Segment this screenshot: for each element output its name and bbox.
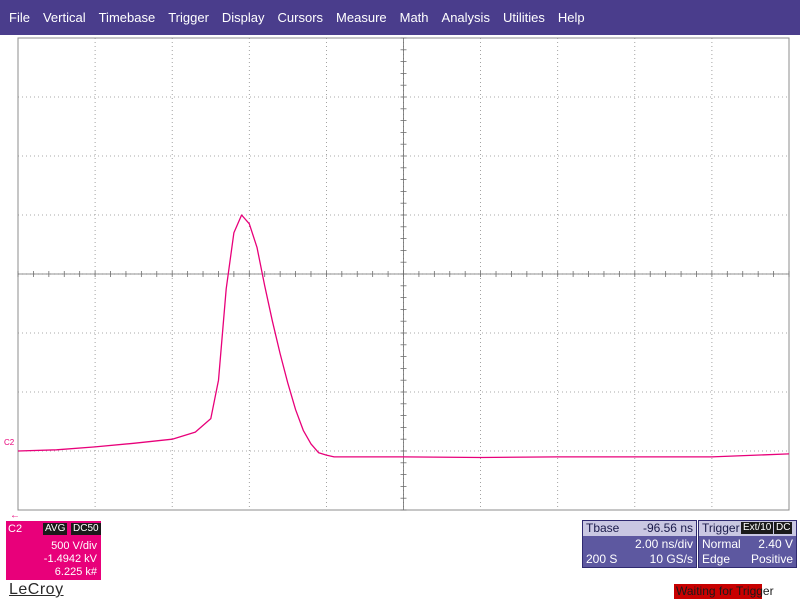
trigger-source-tag: Ext/10 — [741, 522, 774, 534]
menu-utilities[interactable]: Utilities — [503, 10, 545, 25]
timebase-header: Tbase -96.56 ns — [583, 521, 696, 536]
channel-offset-marker: C2 — [4, 438, 15, 447]
time-per-div: 2.00 ns/div — [634, 537, 693, 551]
sample-rate: 10 GS/s — [649, 552, 693, 566]
menu-help[interactable]: Help — [558, 10, 585, 25]
trigger-type: Edge — [702, 552, 731, 566]
brand-logo: LeCroy — [9, 581, 64, 598]
menu-file[interactable]: File — [9, 10, 30, 25]
coupling-tag: DC50 — [71, 523, 101, 535]
timebase-delay: -96.56 ns — [642, 521, 693, 535]
sample-count: 200 S — [586, 552, 618, 566]
trigger-level: 2.40 V — [758, 537, 793, 551]
trigger-mode: Normal — [702, 537, 741, 551]
trigger-title: Trigger — [702, 521, 740, 535]
menu-timebase[interactable]: Timebase — [99, 10, 156, 25]
menu-display[interactable]: Display — [222, 10, 265, 25]
menu-cursors[interactable]: Cursors — [278, 10, 324, 25]
channel-offset: -1.4942 kV — [43, 553, 97, 565]
sweep-count: 6.225 k# — [54, 566, 97, 578]
menu-trigger[interactable]: Trigger — [168, 10, 209, 25]
menu-measure[interactable]: Measure — [336, 10, 387, 25]
trigger-header: Trigger Ext/10 DC — [699, 521, 796, 536]
timebase-descriptor-box[interactable]: Tbase -96.56 ns 2.00 ns/div 200 S 10 GS/… — [582, 520, 697, 568]
channel-descriptor-box[interactable]: C2 AVG DC50 500 V/div -1.4942 kV 6.225 k… — [6, 521, 101, 580]
trigger-coupling-tag: DC — [774, 522, 793, 534]
trigger-descriptor-box[interactable]: Trigger Ext/10 DC Normal 2.40 V Edge Pos… — [698, 520, 797, 568]
volts-per-div: 500 V/div — [51, 540, 97, 552]
waveform-display — [17, 37, 790, 511]
trigger-slope: Positive — [750, 552, 793, 566]
timebase-title: Tbase — [586, 521, 620, 535]
trigger-position-marker: ← — [10, 510, 20, 521]
channel-label: C2 — [8, 523, 23, 535]
averaging-tag: AVG — [43, 523, 68, 535]
acquisition-status-text: Waiting for Trigger — [676, 584, 774, 598]
menu-math[interactable]: Math — [400, 10, 429, 25]
acquisition-status: Waiting for Trigger — [674, 584, 774, 599]
menu-analysis[interactable]: Analysis — [442, 10, 490, 25]
menu-bar: File Vertical Timebase Trigger Display Cursor… — [0, 0, 800, 35]
menu-vertical[interactable]: Vertical — [43, 10, 86, 25]
